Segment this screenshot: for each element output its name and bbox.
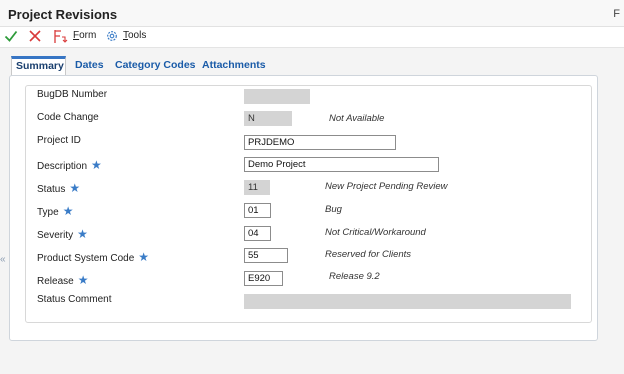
required-star-icon: ★ [91, 158, 102, 172]
required-star-icon: ★ [62, 204, 74, 218]
status-label: Status ★ [37, 181, 80, 195]
tools-menu-label: ools [128, 30, 147, 41]
product-system-code-label-text: Product System Code [37, 253, 135, 264]
tab-category-codes[interactable]: Category Codes [111, 56, 200, 75]
summary-form-group [25, 85, 592, 323]
type-label-text: Type [37, 207, 59, 218]
status-field: 11 [244, 180, 270, 195]
status-label-text: Status [37, 184, 66, 195]
title-bar-right-label: F [613, 8, 620, 20]
product-system-code-label: Product System Code ★ [37, 250, 149, 264]
type-label: Type ★ [37, 204, 73, 218]
project-id-label: Project ID [37, 135, 81, 146]
description-label: Description ★ [37, 158, 102, 172]
project-id-input[interactable]: PRJDEMO [244, 135, 396, 150]
tab-bar: Summary Dates Category Codes Attachments [0, 56, 624, 76]
required-star-icon: ★ [69, 181, 81, 195]
code-change-field: N [244, 111, 292, 126]
form-icon[interactable] [53, 29, 69, 44]
release-input[interactable]: E920 [244, 271, 283, 286]
required-star-icon: ★ [77, 273, 89, 287]
bugdb-number-label: BugDB Number [37, 89, 108, 100]
toolbar: Form Tools [0, 27, 624, 48]
description-input[interactable]: Demo Project [244, 157, 439, 172]
release-description: Release 9.2 [329, 271, 380, 282]
required-star-icon: ★ [77, 227, 88, 241]
form-menu[interactable]: Form [73, 30, 96, 41]
product-system-code-input[interactable]: 55 [244, 248, 288, 263]
severity-input[interactable]: 04 [244, 226, 271, 241]
description-label-text: Description [37, 161, 88, 172]
page-title: Project Revisions [8, 7, 118, 22]
gear-icon[interactable] [105, 29, 119, 43]
code-change-label: Code Change [37, 112, 99, 123]
tab-summary[interactable]: Summary [11, 56, 66, 76]
form-menu-label: orm [79, 30, 97, 41]
collapse-sidebar-toggle[interactable]: « [0, 252, 8, 268]
status-comment-field [244, 294, 571, 309]
tab-attachments[interactable]: Attachments [198, 56, 270, 75]
severity-description: Not Critical/Workaround [325, 227, 426, 238]
release-label: Release ★ [37, 273, 88, 287]
type-input[interactable]: 01 [244, 203, 271, 218]
title-bar: Project Revisions F [0, 0, 624, 27]
status-comment-label: Status Comment [37, 294, 112, 305]
code-change-description: Not Available [329, 113, 385, 124]
required-star-icon: ★ [138, 250, 150, 264]
release-label-text: Release [37, 276, 74, 287]
severity-label: Severity ★ [37, 227, 88, 241]
bugdb-number-field [244, 89, 310, 104]
tools-menu[interactable]: Tools [123, 30, 146, 41]
product-system-code-description: Reserved for Clients [325, 249, 412, 260]
close-icon[interactable] [28, 29, 42, 43]
type-description: Bug [325, 204, 342, 215]
tab-dates[interactable]: Dates [71, 56, 108, 75]
check-icon[interactable] [4, 29, 18, 43]
severity-label-text: Severity [37, 230, 74, 241]
status-description: New Project Pending Review [325, 181, 448, 192]
